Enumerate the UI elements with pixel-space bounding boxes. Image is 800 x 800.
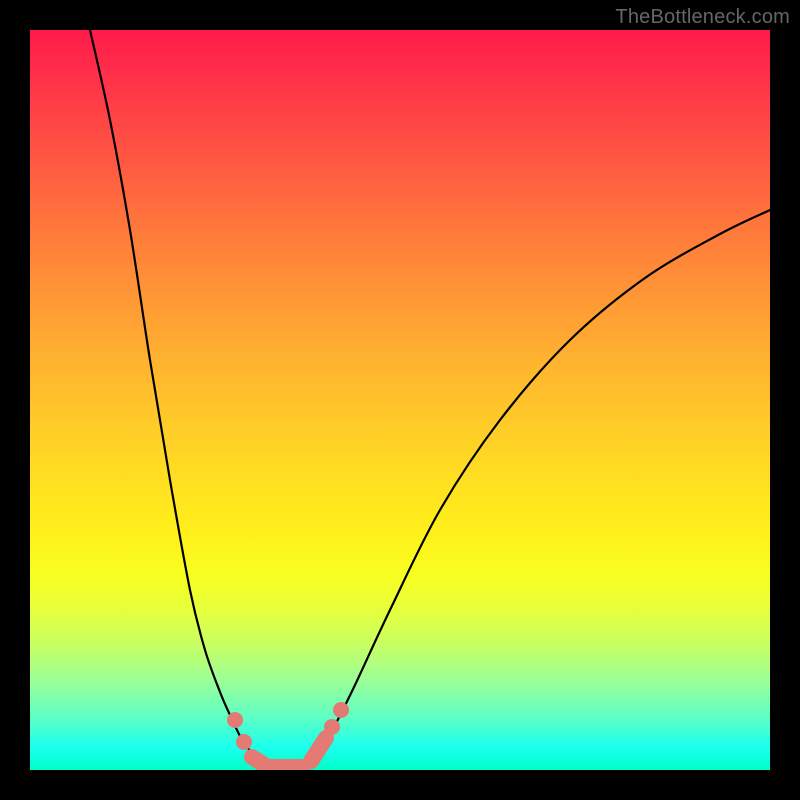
watermark-text: TheBottleneck.com [615,6,790,29]
curve-svg [30,30,770,770]
data-point [324,719,340,735]
data-markers [227,702,349,767]
data-point [236,734,252,750]
data-point [333,702,349,718]
chart-plot-area [30,30,770,770]
data-point [227,712,243,728]
data-point-pill [311,738,326,761]
bottleneck-curve [90,30,770,768]
